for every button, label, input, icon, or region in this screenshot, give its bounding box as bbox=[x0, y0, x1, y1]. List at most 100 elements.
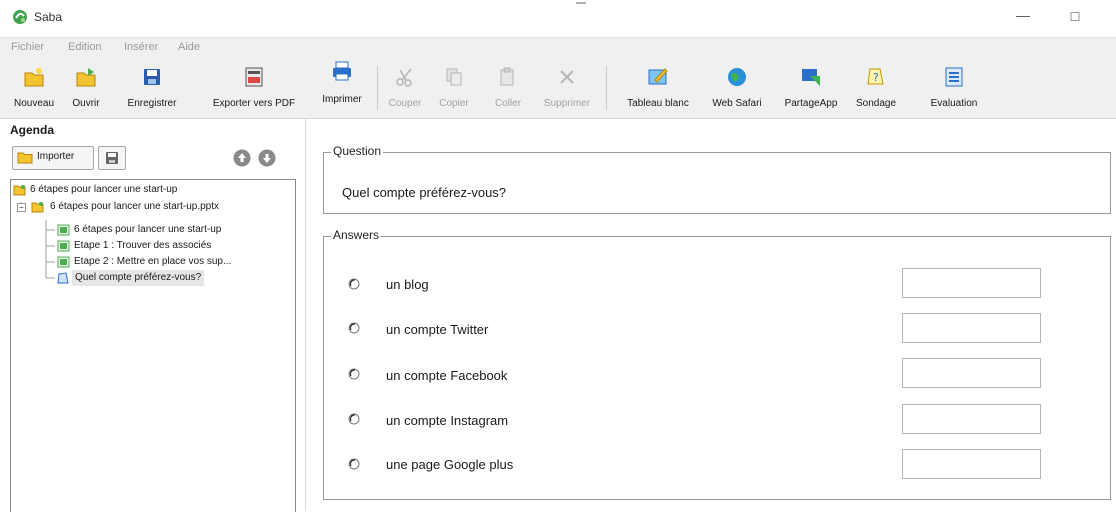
ouvrir-label: Ouvrir bbox=[72, 98, 100, 109]
web-safari-label: Web Safari bbox=[712, 98, 762, 109]
minimize-button[interactable]: — bbox=[1008, 4, 1038, 30]
toolbar-separator bbox=[377, 66, 378, 110]
poll-icon bbox=[57, 272, 69, 284]
ouvrir-button[interactable]: Ouvrir bbox=[64, 60, 108, 115]
answer-radio[interactable] bbox=[348, 413, 360, 425]
folder-icon bbox=[13, 185, 26, 196]
answer-count-field[interactable] bbox=[902, 449, 1041, 479]
web-safari-button[interactable]: Web Safari bbox=[706, 60, 768, 115]
title-bar: Saba — ☐ bbox=[0, 0, 1116, 36]
menu-bar: Fichier Edition Insérer Aide bbox=[0, 37, 1116, 59]
tree-item-label: 6 étapes pour lancer une start-up bbox=[30, 184, 178, 195]
evaluation-label: Evaluation bbox=[930, 98, 978, 109]
import-folder-icon bbox=[17, 152, 33, 164]
window-title: Saba bbox=[34, 10, 63, 24]
copy-icon bbox=[446, 68, 462, 86]
answer-label: un compte Twitter bbox=[386, 322, 489, 337]
scissors-icon bbox=[396, 68, 412, 87]
question-legend: Question bbox=[331, 144, 384, 158]
answer-count-field[interactable] bbox=[902, 313, 1041, 343]
imprimer-label: Imprimer bbox=[322, 94, 362, 105]
menu-fichier[interactable]: Fichier bbox=[11, 41, 44, 53]
agenda-title: Agenda bbox=[10, 123, 55, 137]
menu-inserer[interactable]: Insérer bbox=[124, 41, 158, 53]
coller-button[interactable]: Coller bbox=[488, 60, 528, 115]
answer-count-field[interactable] bbox=[902, 404, 1041, 434]
toolbar-separator bbox=[606, 66, 607, 110]
couper-label: Couper bbox=[388, 98, 422, 109]
menu-edition[interactable]: Edition bbox=[68, 41, 102, 53]
tree-item-label: Etape 1 : Trouver des associés bbox=[74, 240, 212, 251]
answer-label: une page Google plus bbox=[386, 457, 514, 472]
supprimer-button[interactable]: Supprimer bbox=[534, 60, 600, 115]
globe-icon bbox=[728, 68, 746, 86]
toolbar: Nouveau Ouvrir Enregistrer Exporter vers… bbox=[0, 58, 1116, 119]
svg-text:?: ? bbox=[873, 71, 879, 84]
nouveau-button[interactable]: Nouveau bbox=[8, 60, 60, 115]
copier-label: Copier bbox=[439, 98, 469, 109]
answer-radio[interactable] bbox=[348, 368, 360, 380]
partage-app-button[interactable]: PartageApp bbox=[780, 60, 842, 115]
answer-label: un compte Instagram bbox=[386, 413, 509, 428]
imprimer-button[interactable]: Imprimer bbox=[314, 60, 370, 115]
tree-item-label: Quel compte préférez-vous? bbox=[72, 270, 205, 286]
move-down-icon[interactable] bbox=[258, 149, 276, 167]
import-button[interactable]: Importer bbox=[12, 146, 94, 170]
folder-icon bbox=[31, 202, 44, 213]
nouveau-label: Nouveau bbox=[13, 98, 55, 109]
tree-item-label: Etape 2 : Mettre en place vos sup... bbox=[74, 256, 232, 267]
answer-label: un compte Facebook bbox=[386, 368, 508, 383]
exporter-pdf-label: Exporter vers PDF bbox=[212, 98, 296, 109]
sondage-label: Sondage bbox=[855, 98, 897, 109]
answer-count-field[interactable] bbox=[902, 358, 1041, 388]
enregistrer-button[interactable]: Enregistrer bbox=[112, 60, 192, 115]
menu-aide[interactable]: Aide bbox=[178, 41, 200, 53]
evaluation-button[interactable]: Evaluation bbox=[922, 60, 986, 115]
poll-question-icon: ? bbox=[867, 68, 884, 85]
answer-label: un blog bbox=[386, 277, 429, 292]
supprimer-label: Supprimer bbox=[543, 98, 591, 109]
question-group: Question Quel compte préférez-vous? bbox=[323, 144, 1111, 214]
save-disk-icon bbox=[144, 69, 160, 85]
partage-app-label: PartageApp bbox=[784, 98, 838, 109]
share-app-icon bbox=[802, 69, 820, 86]
copier-button[interactable]: Copier bbox=[432, 60, 476, 115]
enregistrer-label: Enregistrer bbox=[127, 98, 177, 109]
answers-legend: Answers bbox=[331, 228, 382, 242]
answer-radio[interactable] bbox=[348, 278, 360, 290]
save-disk-icon bbox=[106, 152, 118, 164]
exporter-pdf-button[interactable]: Exporter vers PDF bbox=[200, 60, 308, 115]
couper-button[interactable]: Couper bbox=[382, 60, 428, 115]
tree-item-label: 6 étapes pour lancer une start-up bbox=[74, 224, 222, 235]
answers-group: Answers un blog un compte Twitter un com… bbox=[323, 228, 1111, 500]
slide-icon bbox=[57, 240, 70, 252]
printer-icon bbox=[333, 61, 351, 81]
open-folder-icon bbox=[76, 68, 96, 87]
answer-radio[interactable] bbox=[348, 322, 360, 334]
move-up-icon[interactable] bbox=[233, 149, 251, 167]
tableau-blanc-button[interactable]: Tableau blanc bbox=[612, 60, 704, 115]
tableau-blanc-label: Tableau blanc bbox=[627, 98, 689, 109]
pdf-export-icon bbox=[245, 67, 263, 87]
question-text: Quel compte préférez-vous? bbox=[342, 185, 507, 200]
answer-count-field[interactable] bbox=[902, 268, 1041, 298]
whiteboard-icon bbox=[648, 68, 668, 85]
import-label: Importer bbox=[37, 151, 75, 162]
paste-icon bbox=[500, 67, 514, 86]
agenda-tree[interactable]: 6 étapes pour lancer une start-up − 6 ét… bbox=[10, 179, 296, 512]
delete-x-icon bbox=[560, 70, 574, 84]
title-grip bbox=[576, 2, 586, 4]
maximize-button[interactable]: ☐ bbox=[1060, 6, 1090, 32]
slide-icon bbox=[57, 256, 70, 268]
evaluation-form-icon bbox=[945, 67, 963, 87]
collapse-toggle-icon[interactable]: − bbox=[17, 203, 26, 212]
slide-icon bbox=[57, 224, 70, 236]
agenda-save-button[interactable] bbox=[98, 146, 126, 170]
saba-logo-icon bbox=[13, 10, 27, 24]
tree-item-label: 6 étapes pour lancer une start-up.pptx bbox=[50, 201, 219, 212]
answer-radio[interactable] bbox=[348, 458, 360, 470]
panel-splitter[interactable] bbox=[305, 118, 306, 511]
new-folder-icon bbox=[24, 68, 44, 87]
coller-label: Coller bbox=[494, 98, 522, 109]
sondage-button[interactable]: ? Sondage bbox=[852, 60, 900, 115]
